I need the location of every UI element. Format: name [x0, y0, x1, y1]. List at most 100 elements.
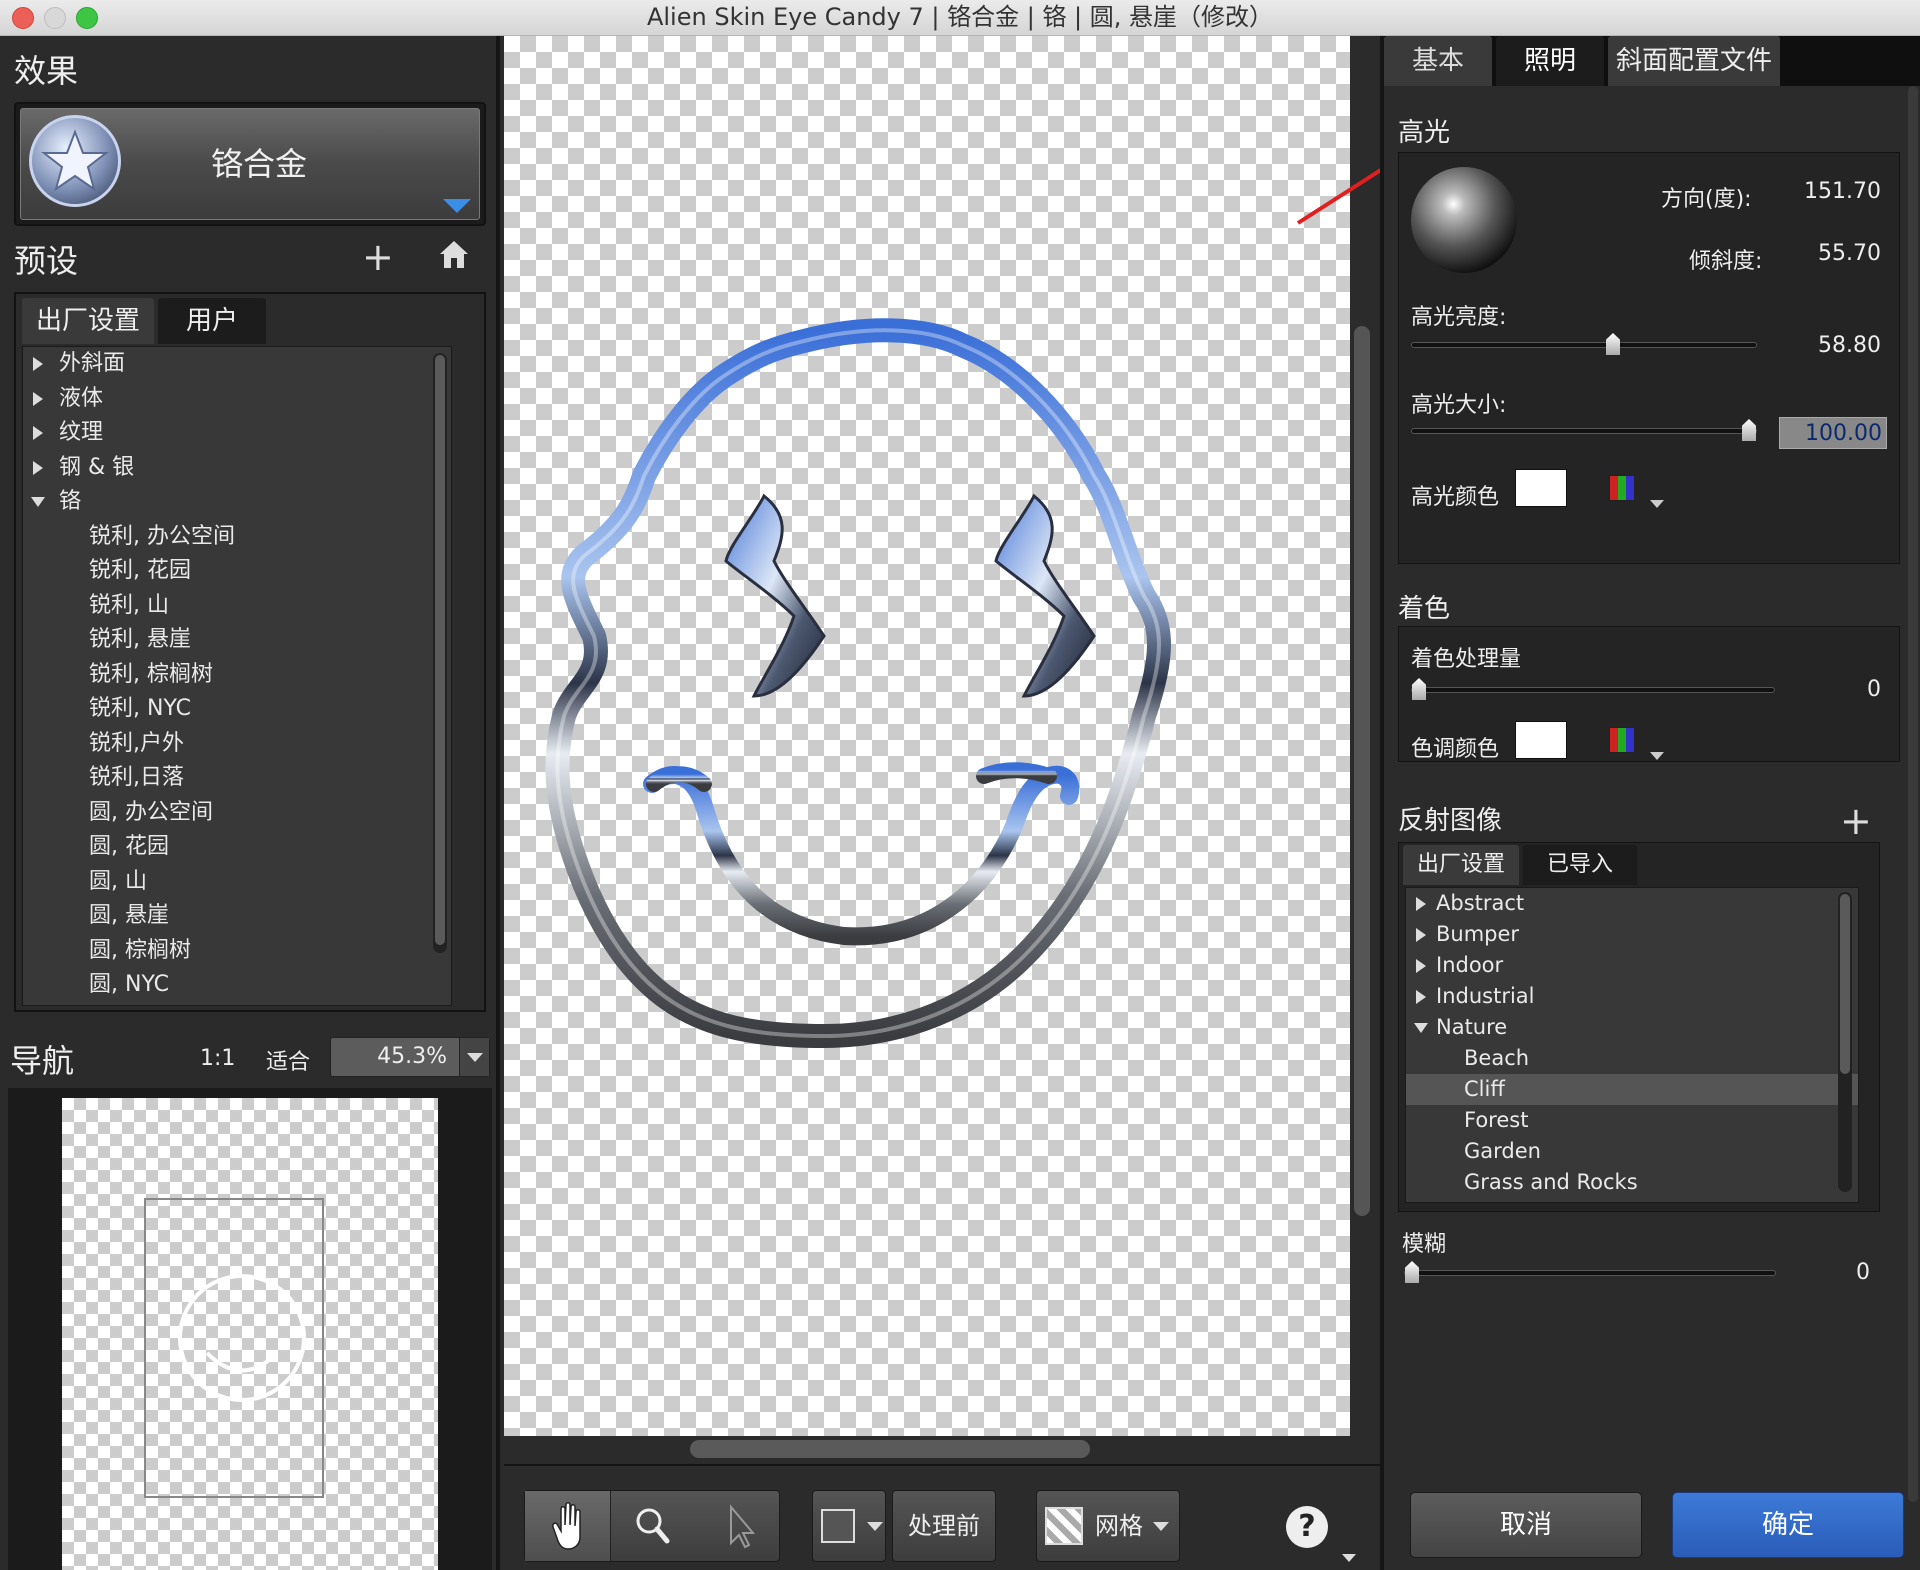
- tree-item[interactable]: Garden: [1406, 1136, 1858, 1167]
- tree-item[interactable]: 锐利, 办公空间: [23, 520, 451, 555]
- tree-item[interactable]: 圆, NYC: [23, 968, 451, 1003]
- tree-item[interactable]: 圆, 办公空间: [23, 796, 451, 831]
- tab-reflection-factory[interactable]: 出厂设置: [1403, 845, 1520, 885]
- background-color-button[interactable]: [812, 1490, 886, 1562]
- cancel-button[interactable]: 取消: [1410, 1492, 1642, 1558]
- disclosure-closed-icon[interactable]: [33, 391, 43, 406]
- tab-user[interactable]: 用户: [158, 298, 267, 344]
- canvas-vertical-scrollbar[interactable]: [1354, 326, 1370, 1216]
- tree-folder[interactable]: 外斜面: [23, 347, 451, 382]
- tab-bevel-profile[interactable]: 斜面配置文件: [1608, 36, 1781, 86]
- direction-value[interactable]: 151.70: [1804, 179, 1881, 204]
- dropdown-arrow-icon[interactable]: [443, 199, 471, 213]
- disclosure-closed-icon[interactable]: [1416, 897, 1426, 911]
- tree-folder[interactable]: 铬: [23, 485, 451, 520]
- reflection-scrollbar[interactable]: [1838, 892, 1852, 1192]
- zoom-1to1-button[interactable]: 1:1: [200, 1046, 235, 1071]
- close-window-button[interactable]: [12, 7, 34, 29]
- preset-scrollbar[interactable]: [433, 353, 447, 953]
- size-value-field[interactable]: 100.00: [1779, 417, 1887, 449]
- zoom-tool-button[interactable]: [611, 1491, 697, 1561]
- zoom-field[interactable]: 45.3%: [330, 1037, 490, 1077]
- slider-knob[interactable]: [1742, 419, 1756, 441]
- tree-folder[interactable]: Nature: [1406, 1012, 1858, 1043]
- highlight-color-swatch[interactable]: [1515, 469, 1567, 507]
- minimize-window-button[interactable]: [44, 7, 66, 29]
- tab-reflection-imported[interactable]: 已导入: [1523, 845, 1638, 885]
- scroll-thumb[interactable]: [435, 355, 445, 945]
- slider-knob[interactable]: [1412, 678, 1426, 700]
- tree-folder[interactable]: Industrial: [1406, 981, 1858, 1012]
- grid-button[interactable]: 网格: [1036, 1490, 1180, 1562]
- slider-knob[interactable]: [1405, 1261, 1419, 1283]
- blur-value[interactable]: 0: [1856, 1260, 1870, 1285]
- zoom-fit-button[interactable]: 适合: [266, 1044, 310, 1076]
- canvas-horizontal-scrollbar[interactable]: [690, 1440, 1090, 1458]
- tree-item[interactable]: Grass And Sky: [1406, 1198, 1858, 1202]
- tint-amount-value[interactable]: 0: [1867, 677, 1881, 702]
- disclosure-closed-icon[interactable]: [1416, 928, 1426, 942]
- disclosure-closed-icon[interactable]: [33, 357, 43, 371]
- disclosure-closed-icon[interactable]: [33, 460, 43, 475]
- add-reflection-icon[interactable]: +: [1840, 802, 1872, 840]
- tree-item[interactable]: 锐利, 悬崖: [23, 623, 451, 658]
- tree-item[interactable]: 锐利,日落: [23, 761, 451, 796]
- tree-item[interactable]: 锐利,户外: [23, 727, 451, 762]
- tree-folder[interactable]: 钢 & 银: [23, 451, 451, 486]
- add-preset-icon[interactable]: +: [362, 238, 394, 276]
- color-picker-icon[interactable]: [1609, 475, 1664, 508]
- select-tool-button[interactable]: [697, 1491, 781, 1561]
- tab-lighting[interactable]: 照明: [1496, 36, 1605, 86]
- help-icon[interactable]: ?: [1286, 1506, 1328, 1548]
- tint-color-swatch[interactable]: [1515, 721, 1567, 759]
- tree-item[interactable]: Forest: [1406, 1105, 1858, 1136]
- brightness-slider[interactable]: [1411, 333, 1757, 355]
- tab-basic[interactable]: 基本: [1384, 36, 1493, 86]
- tree-item[interactable]: 锐利, 花园: [23, 554, 451, 589]
- tree-folder[interactable]: Indoor: [1406, 950, 1858, 981]
- tree-item[interactable]: Cliff: [1406, 1074, 1858, 1105]
- tilt-value[interactable]: 55.70: [1818, 241, 1881, 266]
- panel-scrollbar[interactable]: [1908, 86, 1918, 1502]
- tree-folder[interactable]: Abstract: [1406, 888, 1858, 919]
- tree-folder[interactable]: Bumper: [1406, 919, 1858, 950]
- brightness-value[interactable]: 58.80: [1818, 333, 1881, 358]
- tab-factory[interactable]: 出厂设置: [22, 298, 155, 344]
- disclosure-open-icon[interactable]: [1414, 1023, 1428, 1033]
- zoom-dropdown-button[interactable]: [459, 1038, 489, 1076]
- tree-item[interactable]: 锐利, 山: [23, 589, 451, 624]
- preview-canvas[interactable]: [504, 36, 1350, 1436]
- size-slider[interactable]: [1411, 419, 1757, 441]
- effect-button[interactable]: 铬合金: [20, 108, 480, 220]
- tree-item[interactable]: 圆, 山: [23, 865, 451, 900]
- disclosure-open-icon[interactable]: [31, 497, 45, 507]
- chevron-down-icon[interactable]: [1342, 1554, 1356, 1562]
- light-direction-sphere[interactable]: [1411, 167, 1517, 273]
- tree-item[interactable]: Beach: [1406, 1043, 1858, 1074]
- disclosure-closed-icon[interactable]: [33, 426, 43, 440]
- tree-label: 锐利, NYC: [89, 696, 192, 721]
- tint-color-label: 色调颜色: [1411, 737, 1500, 762]
- before-button[interactable]: 处理前: [892, 1490, 996, 1562]
- color-picker-icon[interactable]: [1609, 727, 1664, 760]
- disclosure-closed-icon[interactable]: [1416, 990, 1426, 1004]
- tree-folder[interactable]: 纹理: [23, 416, 451, 451]
- navigator-viewport[interactable]: [144, 1198, 324, 1498]
- tree-item[interactable]: Grass and Rocks: [1406, 1167, 1858, 1198]
- tree-item[interactable]: 圆, 花园: [23, 830, 451, 865]
- disclosure-closed-icon[interactable]: [1416, 959, 1426, 973]
- tree-folder[interactable]: 液体: [23, 382, 451, 417]
- navigator-preview[interactable]: [62, 1098, 438, 1570]
- blur-slider[interactable]: [1404, 1261, 1776, 1283]
- zoom-window-button[interactable]: [76, 7, 98, 29]
- hand-tool-button[interactable]: [525, 1491, 611, 1561]
- tree-item[interactable]: 锐利, NYC: [23, 692, 451, 727]
- home-icon[interactable]: [436, 236, 472, 272]
- tree-item[interactable]: 锐利, 棕榈树: [23, 658, 451, 693]
- slider-knob[interactable]: [1606, 333, 1620, 355]
- tint-amount-slider[interactable]: [1411, 678, 1775, 700]
- tree-item[interactable]: 圆, 棕榈树: [23, 934, 451, 969]
- ok-button[interactable]: 确定: [1672, 1492, 1904, 1558]
- scroll-thumb[interactable]: [1840, 894, 1850, 1074]
- tree-item[interactable]: 圆, 悬崖: [23, 899, 451, 934]
